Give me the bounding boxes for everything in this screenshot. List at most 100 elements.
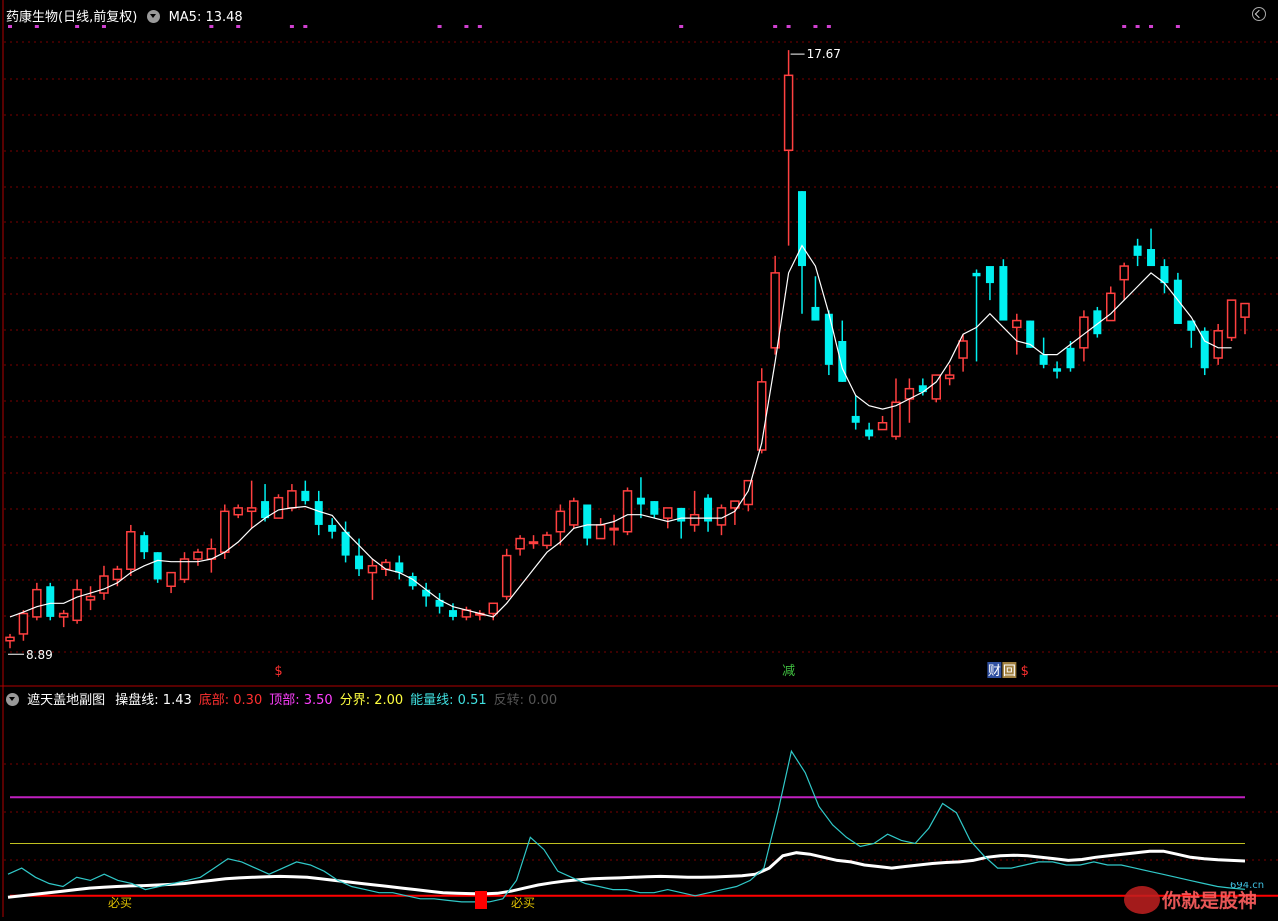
operation-line (7, 849, 1246, 899)
candle-body (999, 266, 1008, 321)
sub-legend-item: 底部: 0.30 (198, 693, 263, 708)
candle-body (1226, 299, 1237, 339)
sub-legend-item: 能量线: 0.51 (410, 693, 487, 708)
signal-marker: $ (274, 664, 282, 679)
candle-body (355, 555, 364, 570)
candle-body (650, 501, 659, 515)
ma5-line (9, 244, 1232, 618)
energy-line (7, 749, 1246, 903)
candle-body (542, 534, 552, 547)
sub-legend-item: 分界: 2.00 (339, 693, 404, 708)
signal-dot (75, 25, 80, 28)
watermark-text: 你就是股神 (1161, 889, 1257, 912)
candle-body (246, 507, 257, 513)
signal-dot (813, 25, 818, 28)
candle-body (1133, 245, 1142, 256)
dropdown-icon[interactable] (6, 693, 19, 706)
candle-body (140, 535, 149, 553)
candle-body (46, 586, 55, 617)
candle-body (1012, 319, 1022, 329)
candle-body (367, 565, 378, 574)
candle-body (891, 401, 901, 438)
candle-body (488, 602, 499, 615)
signal-dot (1175, 25, 1180, 28)
signal-dot (464, 25, 469, 28)
sub-title: 遮天盖地副图 (27, 693, 106, 708)
candle-body (838, 341, 847, 382)
signal-dot (34, 25, 39, 28)
candle-body (851, 415, 860, 423)
candle-body (193, 551, 203, 560)
candle-body (395, 562, 404, 573)
candle-body (233, 507, 243, 516)
signal-dot (679, 25, 684, 28)
candle-body (595, 524, 606, 540)
low-price-label: 8.89 (26, 648, 53, 662)
candle-body (811, 306, 820, 321)
candle-body (1066, 347, 1075, 369)
candle-body (609, 527, 619, 531)
candle-body (958, 340, 968, 359)
candle-body (1053, 368, 1062, 372)
signal-dot (826, 25, 831, 28)
candle-body (743, 479, 754, 506)
signal-marker: 减 (782, 664, 795, 679)
signal-dot (209, 25, 214, 28)
candle-body (220, 510, 230, 553)
candle-body (85, 595, 96, 601)
candle-body (583, 504, 592, 539)
candle-body (770, 272, 780, 349)
candle-body (622, 490, 633, 533)
candle-body (985, 266, 994, 284)
candle-body (972, 272, 981, 277)
ma-label: MA5: 13.48 (168, 10, 243, 25)
signal-dot (101, 25, 106, 28)
signal-dot (1135, 25, 1140, 28)
candle-body (18, 612, 29, 635)
main-chart: 17.67 8.89 $ 减 财回 $ 必买 必买 (0, 0, 1278, 917)
signal-dot (289, 25, 294, 28)
buy-signal-label: 必买 (108, 896, 132, 910)
candle-body (569, 500, 579, 526)
signal-marker: 财 (988, 664, 1001, 679)
chart-stage: 17.67 8.89 $ 减 财回 $ 必买 必买 药康生物(日线,前复权) MA5: 13.… (0, 0, 1278, 917)
candle-body (99, 575, 109, 594)
candle-body (944, 374, 955, 380)
candle-body (301, 490, 310, 502)
signal-dot (773, 25, 778, 28)
signal-marker: 回 (1003, 664, 1016, 679)
candle-body (58, 612, 69, 618)
dropdown-icon[interactable] (147, 10, 161, 23)
sub-header: 遮天盖地副图 操盘线: 1.43 底部: 0.30 顶部: 3.50 分界: 2.00… (6, 689, 564, 708)
watermark: 你就是股神 694.cn (1118, 880, 1278, 917)
sub-legend-item: 顶部: 3.50 (269, 693, 333, 708)
candle-body (261, 501, 270, 519)
candle-body (72, 588, 82, 622)
candle-body (153, 552, 162, 580)
signal-dot (236, 25, 241, 28)
candle-body (287, 490, 297, 509)
signal-dot (303, 25, 308, 28)
candle-body (663, 507, 673, 519)
signal-dot (477, 25, 482, 28)
candle-body (677, 507, 686, 522)
chart-header: 药康生物(日线,前复权) MA5: 13.48 (6, 6, 243, 25)
candle-body (1173, 279, 1182, 324)
signal-dot (1149, 25, 1154, 28)
candle-body (381, 561, 391, 570)
collapse-icon[interactable] (1252, 7, 1266, 21)
high-price-label: 17.67 (807, 47, 841, 61)
candle-body (1119, 265, 1129, 281)
candle-body (824, 313, 833, 365)
candle-body (126, 531, 136, 570)
candle-body (918, 385, 927, 393)
candle-body (448, 610, 457, 617)
candle-body (515, 537, 525, 550)
stock-title: 药康生物(日线,前复权) (6, 10, 138, 25)
bottom-signal-bar (475, 891, 487, 909)
candle-body (501, 554, 512, 598)
watermark-logo-icon (1124, 886, 1160, 914)
candle-body (112, 568, 123, 581)
watermark-site: 694.cn (1230, 882, 1264, 891)
candle-body (32, 588, 42, 618)
